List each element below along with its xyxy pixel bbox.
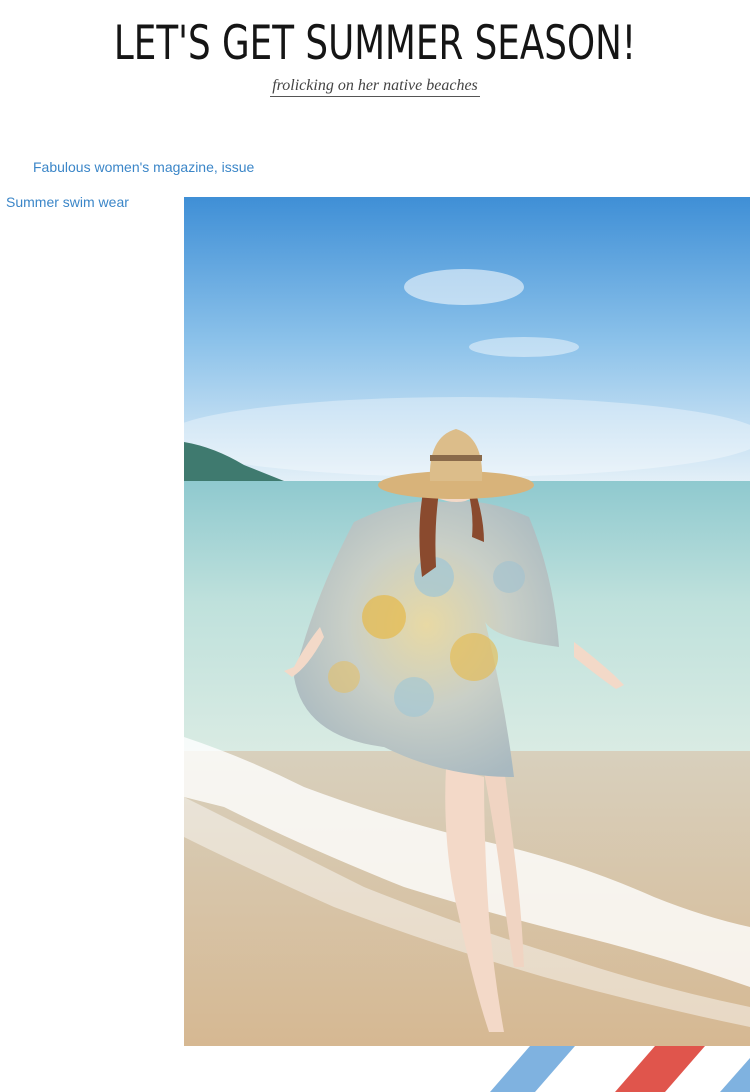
magazine-caption: Fabulous women's magazine, issue — [33, 159, 255, 175]
headline: LET'S GET SUMMER SEASON! — [113, 16, 637, 71]
category-caption: Summer swim wear — [6, 194, 129, 210]
decorative-stripes — [480, 1046, 750, 1092]
beach-photo — [184, 197, 750, 1046]
subheadline: frolicking on her native beaches — [0, 77, 750, 97]
subheadline-text: frolicking on her native beaches — [270, 77, 480, 97]
